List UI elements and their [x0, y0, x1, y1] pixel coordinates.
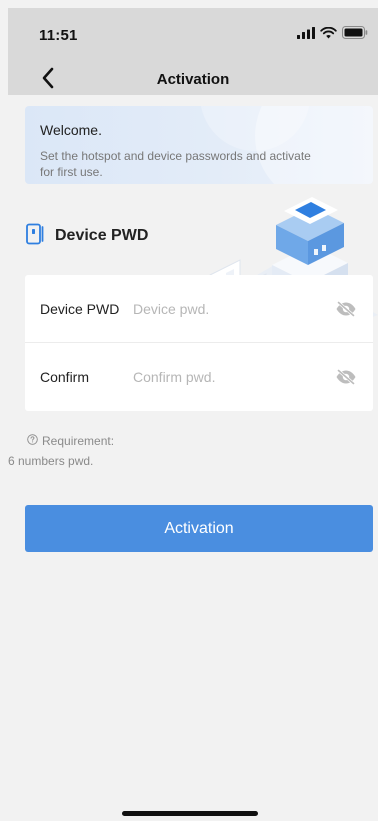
password-form: Device PWD Confirm: [25, 275, 373, 411]
main-content: Welcome. Set the hotspot and device pass…: [8, 95, 378, 821]
help-circle-icon: [27, 431, 38, 451]
device-pwd-row: Device PWD: [25, 275, 373, 342]
device-pwd-input[interactable]: [133, 300, 313, 317]
status-icons: [297, 26, 368, 44]
eye-off-icon[interactable]: [335, 298, 357, 320]
device-icon: [25, 223, 45, 250]
device-pwd-heading: Device PWD: [25, 223, 148, 249]
status-time: 11:51: [39, 27, 78, 44]
signal-icon: [297, 26, 315, 44]
confirm-pwd-input[interactable]: [133, 368, 313, 385]
battery-icon: [342, 26, 368, 44]
requirement-label: Requirement:: [42, 434, 115, 448]
page-title: Activation: [156, 71, 230, 88]
welcome-title: Welcome.: [40, 122, 102, 138]
home-indicator: [122, 811, 258, 816]
device-pwd-label: Device PWD: [40, 300, 120, 317]
requirement-heading: Requirement:: [8, 431, 114, 451]
section-title: Device PWD: [55, 227, 149, 244]
activation-button[interactable]: Activation: [25, 505, 373, 552]
confirm-pwd-row: Confirm: [25, 343, 373, 410]
wifi-icon: [320, 26, 337, 44]
requirement-note: Requirement: 6 numbers pwd.: [8, 431, 114, 471]
requirement-text: 6 numbers pwd.: [8, 454, 94, 468]
header-bar: 11:51 Activation: [8, 8, 378, 95]
eye-off-icon[interactable]: [335, 366, 357, 388]
confirm-pwd-label: Confirm: [40, 368, 90, 385]
